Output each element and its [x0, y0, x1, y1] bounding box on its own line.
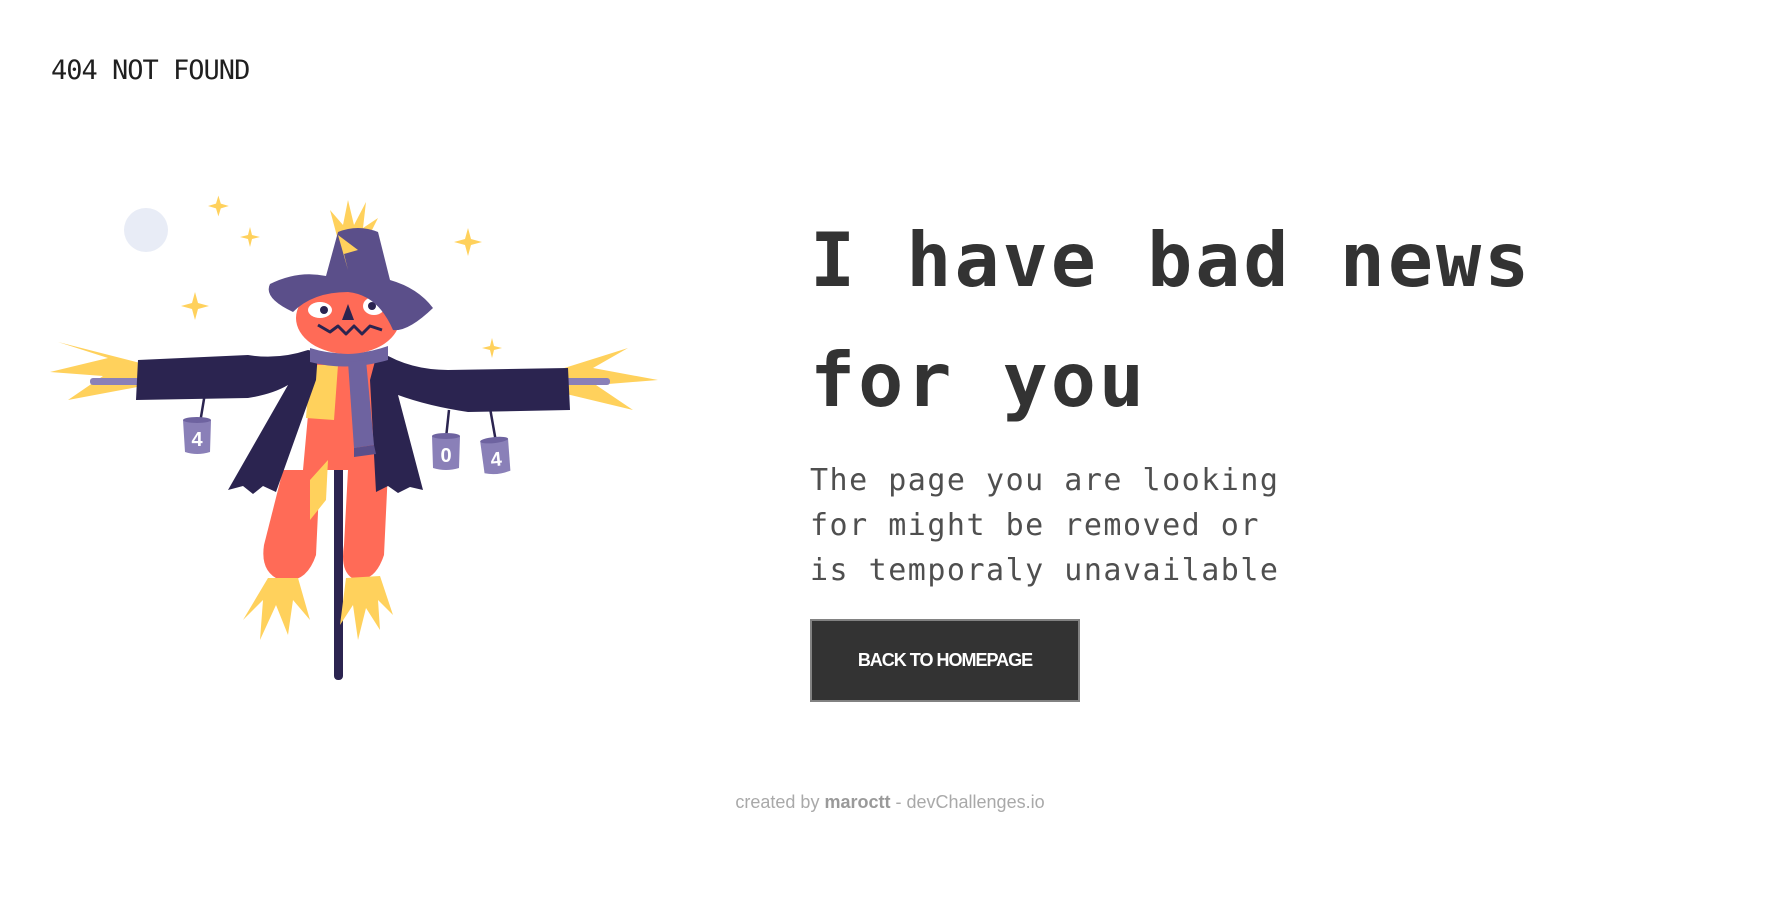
brand-logo-text: 404 NOT FOUND — [51, 55, 250, 86]
straw-left-foot — [243, 578, 310, 640]
description-line: The page you are looking — [810, 463, 1280, 498]
can-middle: 0 — [432, 433, 460, 470]
footer-credits: created by maroctt - devChallenges.io — [0, 792, 1780, 813]
sparkle-icon — [208, 195, 229, 217]
straw-left-hand — [50, 342, 148, 400]
sparkle-icon — [181, 292, 209, 320]
straw-right-foot — [340, 576, 393, 640]
sparkle-icon — [454, 228, 482, 256]
moon-icon — [124, 208, 168, 252]
page-headline: I have bad news for you — [810, 200, 1710, 440]
main-content: I have bad news for you The page you are… — [810, 200, 1710, 702]
headline-line: for you — [810, 336, 1148, 424]
sparkle-icon — [482, 338, 502, 358]
headline-line: I have bad news — [810, 216, 1533, 304]
can-left: 4 — [183, 417, 211, 454]
can-label: 4 — [191, 429, 203, 451]
page-description: The page you are looking for might be re… — [810, 458, 1710, 593]
sparkle-icon — [240, 227, 260, 247]
can-right: 4 — [480, 436, 511, 475]
footer-prefix: created by — [735, 792, 820, 812]
back-to-homepage-button[interactable]: BACK TO HOMEPAGE — [810, 619, 1080, 702]
footer-author: maroctt — [824, 792, 891, 812]
description-line: for might be removed or — [810, 508, 1260, 543]
can-label: 0 — [440, 445, 451, 467]
footer-suffix: - devChallenges.io — [895, 792, 1045, 812]
description-line: is temporaly unavailable — [810, 553, 1280, 588]
scarecrow-illustration: 4 0 4 — [48, 180, 668, 700]
scarecrow-pole — [334, 460, 343, 680]
